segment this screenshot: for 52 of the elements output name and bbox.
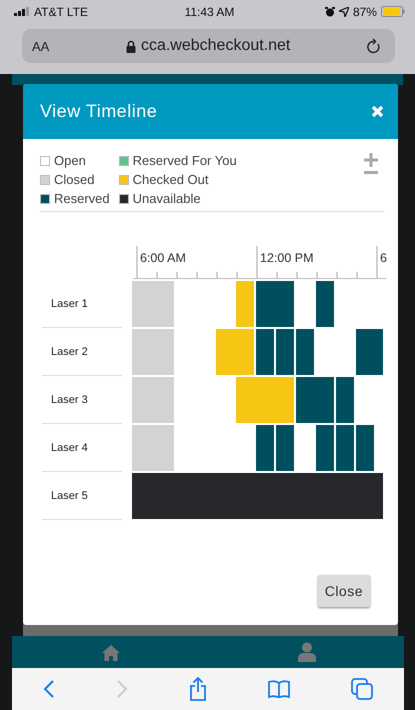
time-label: 12:00 PM bbox=[260, 251, 314, 265]
booking-slot[interactable] bbox=[255, 328, 275, 376]
booking-slot[interactable] bbox=[355, 424, 375, 472]
booking-slot[interactable] bbox=[255, 424, 275, 472]
legend-label: Closed bbox=[54, 172, 94, 187]
booking-slot[interactable] bbox=[275, 280, 295, 328]
booking-slot[interactable] bbox=[335, 376, 355, 424]
time-label: 6 bbox=[380, 251, 387, 265]
booking-slot[interactable] bbox=[375, 472, 384, 520]
signal-icon bbox=[14, 7, 30, 16]
booking-slot[interactable] bbox=[355, 328, 375, 376]
booking-slot[interactable] bbox=[275, 424, 295, 472]
clock-time: 11:43 AM bbox=[184, 4, 234, 18]
close-button[interactable]: Close bbox=[318, 575, 370, 607]
text-size-button[interactable]: AA bbox=[32, 38, 50, 54]
legend-label: Checked Out bbox=[132, 172, 209, 187]
alarm-icon bbox=[324, 6, 335, 16]
address-bar[interactable]: AA cca.webcheckout.net bbox=[22, 29, 395, 63]
legend-label: Open bbox=[54, 153, 86, 168]
booking-slot[interactable] bbox=[375, 328, 384, 376]
close-icon[interactable] bbox=[371, 105, 384, 118]
booking-slot[interactable] bbox=[255, 280, 275, 328]
booking-slot[interactable] bbox=[275, 328, 295, 376]
resource-name: Laser 1 bbox=[51, 298, 88, 310]
legend-label: Reserved bbox=[54, 191, 110, 206]
resource-name: Laser 5 bbox=[51, 490, 88, 502]
booking-slot[interactable] bbox=[135, 472, 155, 520]
resource-name: Laser 3 bbox=[51, 394, 88, 406]
booking-slot[interactable] bbox=[335, 424, 355, 472]
carrier-label: AT&T LTE bbox=[34, 4, 88, 18]
resource-name: Laser 2 bbox=[51, 346, 88, 358]
booking-slot[interactable] bbox=[295, 328, 315, 376]
booking-slot[interactable] bbox=[295, 376, 315, 424]
booking-slot[interactable] bbox=[315, 376, 335, 424]
time-label: 6:00 AM bbox=[140, 251, 186, 265]
lock-icon bbox=[126, 40, 136, 52]
dialog-title: View Timeline bbox=[37, 99, 160, 124]
booking-slot[interactable] bbox=[315, 280, 335, 328]
bookmarks-icon[interactable] bbox=[268, 680, 290, 698]
booking-slot[interactable] bbox=[315, 424, 335, 472]
url-text: cca.webcheckout.net bbox=[140, 37, 290, 55]
location-icon bbox=[338, 6, 349, 16]
back-icon[interactable] bbox=[42, 679, 55, 699]
share-icon[interactable] bbox=[188, 677, 207, 701]
legend-label: Unavailable bbox=[132, 191, 201, 206]
booking-slot[interactable] bbox=[131, 472, 135, 520]
battery-percent: 87% bbox=[352, 4, 377, 18]
resource-name: Laser 4 bbox=[51, 442, 88, 454]
tabs-icon[interactable] bbox=[351, 678, 374, 700]
reload-icon[interactable] bbox=[367, 38, 381, 54]
legend-label: Reserved For You bbox=[132, 153, 237, 168]
battery-icon bbox=[380, 6, 405, 17]
